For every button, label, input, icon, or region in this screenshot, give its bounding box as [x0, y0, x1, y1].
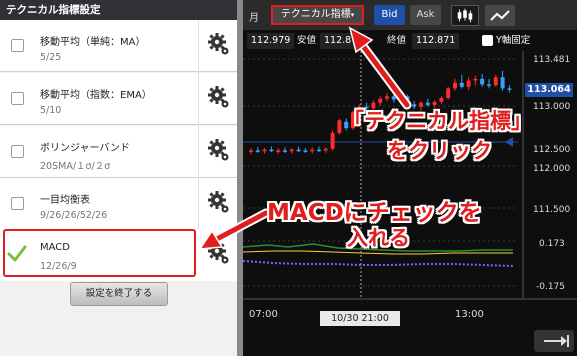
indicator-name: 移動平均（単純：MA）	[40, 37, 146, 48]
indicator-checkbox[interactable]	[11, 145, 24, 158]
indicator-checkbox[interactable]	[11, 197, 24, 210]
gear-icon[interactable]	[208, 138, 230, 162]
gear-icon[interactable]	[208, 32, 230, 56]
price-axis-label: 112.500	[533, 145, 570, 155]
candle-body	[453, 82, 457, 89]
candle-body	[337, 120, 342, 133]
candle-body	[276, 150, 281, 153]
divider	[198, 178, 199, 230]
candle-body	[317, 149, 321, 152]
indicator-params: 9/26/26/52/26	[40, 210, 108, 221]
indicator-params: 12/26/9	[40, 261, 77, 272]
candle-body	[446, 88, 451, 98]
candle-body	[487, 84, 491, 86]
candle-body	[493, 77, 498, 86]
candle-body	[289, 149, 294, 152]
open-value: 112.979	[247, 33, 295, 49]
indicator-checkbox[interactable]	[11, 39, 24, 52]
candle-body	[378, 98, 383, 103]
macd-histogram-line	[243, 260, 514, 267]
chart-toolbar: 月 テクニカル指標▾ Bid Ask	[243, 0, 577, 30]
indicator-name: 一目均衡表	[40, 195, 90, 206]
technical-indicator-button[interactable]: テクニカル指標▾	[271, 5, 364, 25]
candle-body	[507, 88, 512, 90]
indicator-checkbox[interactable]	[11, 92, 24, 105]
candle-body	[405, 96, 410, 105]
indicator-params: 5/25	[40, 52, 62, 63]
callout-technical-line2: をクリック	[387, 139, 492, 163]
line-chart-icon[interactable]	[485, 5, 515, 26]
time-axis-label: 13:00	[455, 309, 484, 320]
indicator-params: 20SMA/１σ/２σ	[40, 161, 111, 172]
period-selector[interactable]: 月	[249, 9, 259, 24]
y-axis-fixed-checkbox[interactable]	[482, 35, 493, 46]
price-axis-label: 112.000	[533, 164, 570, 174]
panel-title: テクニカル指標設定	[0, 0, 237, 20]
candle-body	[269, 149, 274, 152]
candle-body	[296, 149, 301, 152]
technical-indicator-label: テクニカル指標	[280, 9, 351, 20]
indicator-name: 移動平均（指数：EMA）	[40, 90, 152, 101]
low-value: 112.871	[320, 33, 368, 49]
candle-body	[385, 96, 389, 99]
price-axis-label: 111.500	[533, 205, 570, 215]
divider	[198, 73, 199, 125]
candle-body	[330, 132, 335, 149]
gear-icon[interactable]	[208, 85, 230, 109]
candle-body	[283, 150, 287, 152]
candle-body	[303, 150, 308, 152]
candle-body	[500, 77, 505, 89]
candle-body	[480, 78, 485, 85]
ask-button[interactable]: Ask	[410, 5, 441, 25]
chart-panel: 月 テクニカル指標▾ Bid Ask 112.979 安値 112.871 終値…	[243, 0, 577, 356]
candle-body	[255, 150, 260, 152]
price-axis-label: 113.481	[533, 55, 570, 65]
scroll-to-latest-icon[interactable]	[534, 330, 574, 352]
gear-icon[interactable]	[208, 241, 230, 265]
ohlc-bar: 112.979 安値 112.871 終値 112.871 Y軸固定	[243, 31, 577, 51]
low-label: 安値	[297, 35, 317, 46]
time-axis-label: 07:00	[249, 309, 278, 320]
divider	[198, 20, 199, 72]
candle-body	[398, 94, 403, 100]
current-price-badge: 113.064	[525, 83, 573, 97]
candle-body	[249, 150, 253, 153]
toolbar-spacer	[515, 0, 577, 30]
checkmark-icon[interactable]	[7, 244, 27, 264]
indicator-name: ボリンジャーバンド	[40, 143, 130, 154]
indicator-settings-panel: テクニカル指標設定 移動平均（単純：MA） 5/25 移動平均（指数：EMA） …	[0, 0, 237, 356]
candlestick-chart-icon[interactable]	[451, 5, 479, 26]
divider	[198, 126, 199, 178]
indicator-item-macd[interactable]: MACD 12/26/9	[0, 229, 237, 281]
end-settings-button[interactable]: 設定を終了する	[70, 282, 168, 306]
indicator-params: 5/10	[40, 105, 62, 116]
indicator-item-bollinger[interactable]: ボリンジャーバンド 20SMA/１σ/２σ	[0, 126, 237, 178]
macd-axis-label: -0.175	[536, 282, 565, 292]
current-price-marker	[505, 137, 513, 147]
indicator-item-ema[interactable]: 移動平均（指数：EMA） 5/10	[0, 73, 237, 125]
candle-body	[466, 80, 471, 87]
candle-body	[391, 96, 396, 100]
indicator-name: MACD	[40, 242, 70, 253]
candle-body	[323, 148, 328, 151]
callout-macd-line2: 入れる	[347, 226, 410, 250]
callout-technical-line1: 「テクニカル指標」	[343, 109, 532, 133]
crosshair-time-badge: 10/30 21:00	[320, 311, 400, 326]
candle-body	[473, 78, 478, 81]
indicator-item-ichimoku[interactable]: 一目均衡表 9/26/26/52/26	[0, 178, 237, 230]
close-label: 終値	[387, 35, 407, 46]
price-axis-label: 113.000	[533, 102, 570, 112]
bid-button[interactable]: Bid	[374, 5, 405, 25]
dropdown-arrow-icon: ▾	[350, 11, 355, 19]
gear-icon[interactable]	[208, 190, 230, 214]
candle-body	[459, 82, 464, 87]
y-axis-fixed-label: Y軸固定	[496, 35, 531, 46]
macd-axis-label: 0.173	[539, 239, 565, 249]
close-value: 112.871	[412, 33, 460, 49]
candle-body	[310, 149, 315, 152]
indicator-item-ma[interactable]: 移動平均（単純：MA） 5/25	[0, 20, 237, 72]
candle-body	[262, 149, 267, 152]
candle-body	[439, 97, 444, 102]
